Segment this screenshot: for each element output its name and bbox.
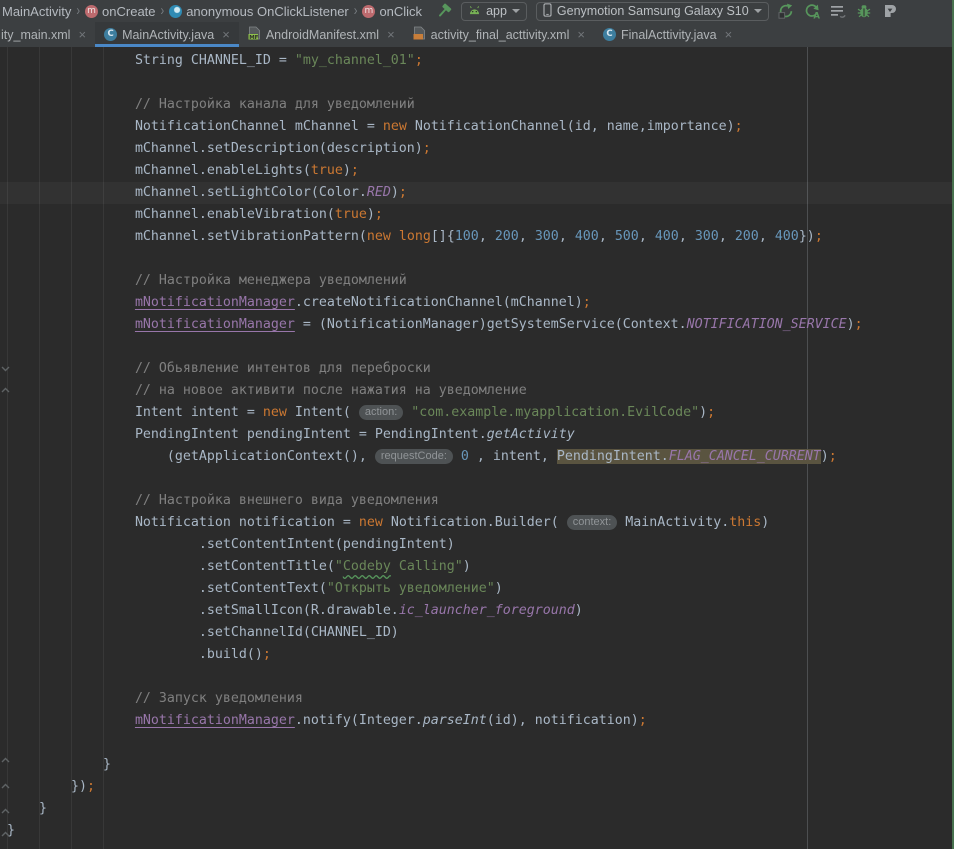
- code-line: mChannel.setDescription(description);: [0, 138, 954, 160]
- close-tab-icon[interactable]: ×: [577, 28, 585, 41]
- code-line: NotificationChannel mChannel = new Notif…: [0, 116, 954, 138]
- code-line: [0, 248, 954, 270]
- breadcrumb-separator: ›: [161, 3, 165, 19]
- breadcrumb-separator: ›: [354, 3, 358, 19]
- profiler-icon[interactable]: [882, 3, 898, 19]
- code-line: .build();: [0, 644, 954, 666]
- device-label: Genymotion Samsung Galaxy S10: [557, 4, 749, 18]
- breadcrumb-label: MainActivity: [2, 4, 71, 19]
- code-line: }: [0, 754, 954, 776]
- tab-label: ity_main.xml: [1, 28, 70, 42]
- code-line: }: [0, 820, 954, 842]
- code-line: [0, 72, 954, 94]
- tab-label: AndroidManifest.xml: [266, 28, 379, 42]
- breadcrumb-item[interactable]: anonymous OnClickListener: [169, 4, 349, 19]
- breadcrumb: MainActivity › m onCreate › anonymous OnClick…: [2, 4, 422, 19]
- method-icon: m: [362, 5, 375, 18]
- code-line: // Настройка внешнего вида уведомления: [0, 490, 954, 512]
- code-line: .setContentTitle("Codeby Calling"): [0, 556, 954, 578]
- code-line: .setContentText("Открыть уведомление"): [0, 578, 954, 600]
- code-line: .setContentIntent(pendingIntent): [0, 534, 954, 556]
- tab-activity_final_acttivity.xml[interactable]: activity_final_acttivity.xml ×: [404, 22, 594, 47]
- anonymous-class-icon: [169, 5, 182, 18]
- editor-tabs: ity_main.xml × C MainActivity.java × MF Androi…: [0, 22, 954, 47]
- code-line: mNotificationManager.notify(Integer.pars…: [0, 710, 954, 732]
- code-line: });: [0, 776, 954, 798]
- close-tab-icon[interactable]: ×: [387, 28, 395, 41]
- code-line: mChannel.setVibrationPattern(new long[]{…: [0, 226, 954, 248]
- fold-marker-icon[interactable]: [1, 828, 10, 837]
- tab-FinalActtivity.java[interactable]: C FinalActtivity.java ×: [594, 22, 741, 47]
- fold-marker-icon[interactable]: [1, 384, 10, 393]
- run-config-select[interactable]: app: [461, 2, 527, 21]
- close-tab-icon[interactable]: ×: [78, 28, 86, 41]
- code-line: PendingIntent pendingIntent = PendingInt…: [0, 424, 954, 446]
- build-hammer-icon[interactable]: [436, 3, 452, 19]
- breadcrumb-label: anonymous OnClickListener: [186, 4, 349, 19]
- layout-xml-file-icon: [413, 26, 426, 43]
- chevron-down-icon: [754, 9, 762, 13]
- code-line: // на новое активити после нажатия на ув…: [0, 380, 954, 402]
- code-line: [0, 732, 954, 754]
- code-line: [0, 666, 954, 688]
- fold-marker-icon[interactable]: [1, 754, 10, 763]
- code-line: [0, 336, 954, 358]
- android-icon: [468, 4, 481, 18]
- run-config-label: app: [486, 4, 507, 18]
- code-line: mNotificationManager.createNotificationC…: [0, 292, 954, 314]
- fold-marker-icon[interactable]: [1, 780, 10, 789]
- svg-text:A: A: [813, 11, 820, 19]
- manifest-file-icon: MF: [248, 26, 261, 43]
- code-area[interactable]: String CHANNEL_ID = "my_channel_01"; // …: [0, 50, 954, 842]
- code-line: // Запуск уведомления: [0, 688, 954, 710]
- breadcrumb-item[interactable]: m onCreate: [85, 4, 155, 19]
- code-line: }: [0, 798, 954, 820]
- code-line: mChannel.setLightColor(Color.RED);: [0, 182, 954, 204]
- device-select[interactable]: Genymotion Samsung Galaxy S10: [536, 2, 769, 21]
- tab-MainActivity.java[interactable]: C MainActivity.java ×: [95, 22, 239, 47]
- class-icon: C: [603, 28, 616, 41]
- tab-label: FinalActtivity.java: [621, 28, 717, 42]
- rerun-icon[interactable]: [778, 3, 794, 19]
- phone-icon: [543, 3, 552, 20]
- code-line: Intent intent = new Intent( action: "com…: [0, 402, 954, 424]
- code-line: .setSmallIcon(R.drawable.ic_launcher_for…: [0, 600, 954, 622]
- code-line: .setChannelId(CHANNEL_ID): [0, 622, 954, 644]
- breadcrumb-item[interactable]: m onClick: [362, 4, 422, 19]
- code-editor[interactable]: String CHANNEL_ID = "my_channel_01"; // …: [0, 47, 954, 849]
- breadcrumb-label: onCreate: [102, 4, 155, 19]
- tab-ity_main.xml[interactable]: ity_main.xml ×: [0, 22, 95, 47]
- breadcrumb-label: onClick: [379, 4, 422, 19]
- code-line: // Настройка менеджера уведомлений: [0, 270, 954, 292]
- svg-text:MF: MF: [249, 35, 258, 40]
- chevron-down-icon: [512, 9, 520, 13]
- toolbar-actions: A: [778, 3, 898, 19]
- profile-icon[interactable]: [830, 3, 846, 19]
- code-line: (getApplicationContext(), requestCode: 0…: [0, 446, 954, 468]
- close-tab-icon[interactable]: ×: [725, 28, 733, 41]
- code-line: mChannel.enableLights(true);: [0, 160, 954, 182]
- fold-marker-icon[interactable]: [1, 805, 10, 814]
- main-toolbar: MainActivity › m onCreate › anonymous OnClick…: [0, 0, 954, 22]
- tab-AndroidManifest.xml[interactable]: MF AndroidManifest.xml ×: [239, 22, 404, 47]
- tab-label: activity_final_acttivity.xml: [431, 28, 570, 42]
- fold-marker-icon[interactable]: [1, 362, 10, 371]
- code-line: mNotificationManager = (NotificationMana…: [0, 314, 954, 336]
- code-line: mChannel.enableVibration(true);: [0, 204, 954, 226]
- code-line: Notification notification = new Notifica…: [0, 512, 954, 534]
- code-line: [0, 468, 954, 490]
- debug-icon[interactable]: [856, 3, 872, 19]
- breadcrumb-item[interactable]: MainActivity: [2, 4, 71, 19]
- tab-label: MainActivity.java: [122, 28, 214, 42]
- code-line: // Обьявление интентов для переброски: [0, 358, 954, 380]
- class-icon: C: [104, 28, 117, 41]
- method-icon: m: [85, 5, 98, 18]
- code-line: // Настройка канала для уведомлений: [0, 94, 954, 116]
- code-line: String CHANNEL_ID = "my_channel_01";: [0, 50, 954, 72]
- breadcrumb-separator: ›: [76, 3, 80, 19]
- close-tab-icon[interactable]: ×: [222, 28, 230, 41]
- apply-changes-icon[interactable]: A: [804, 3, 820, 19]
